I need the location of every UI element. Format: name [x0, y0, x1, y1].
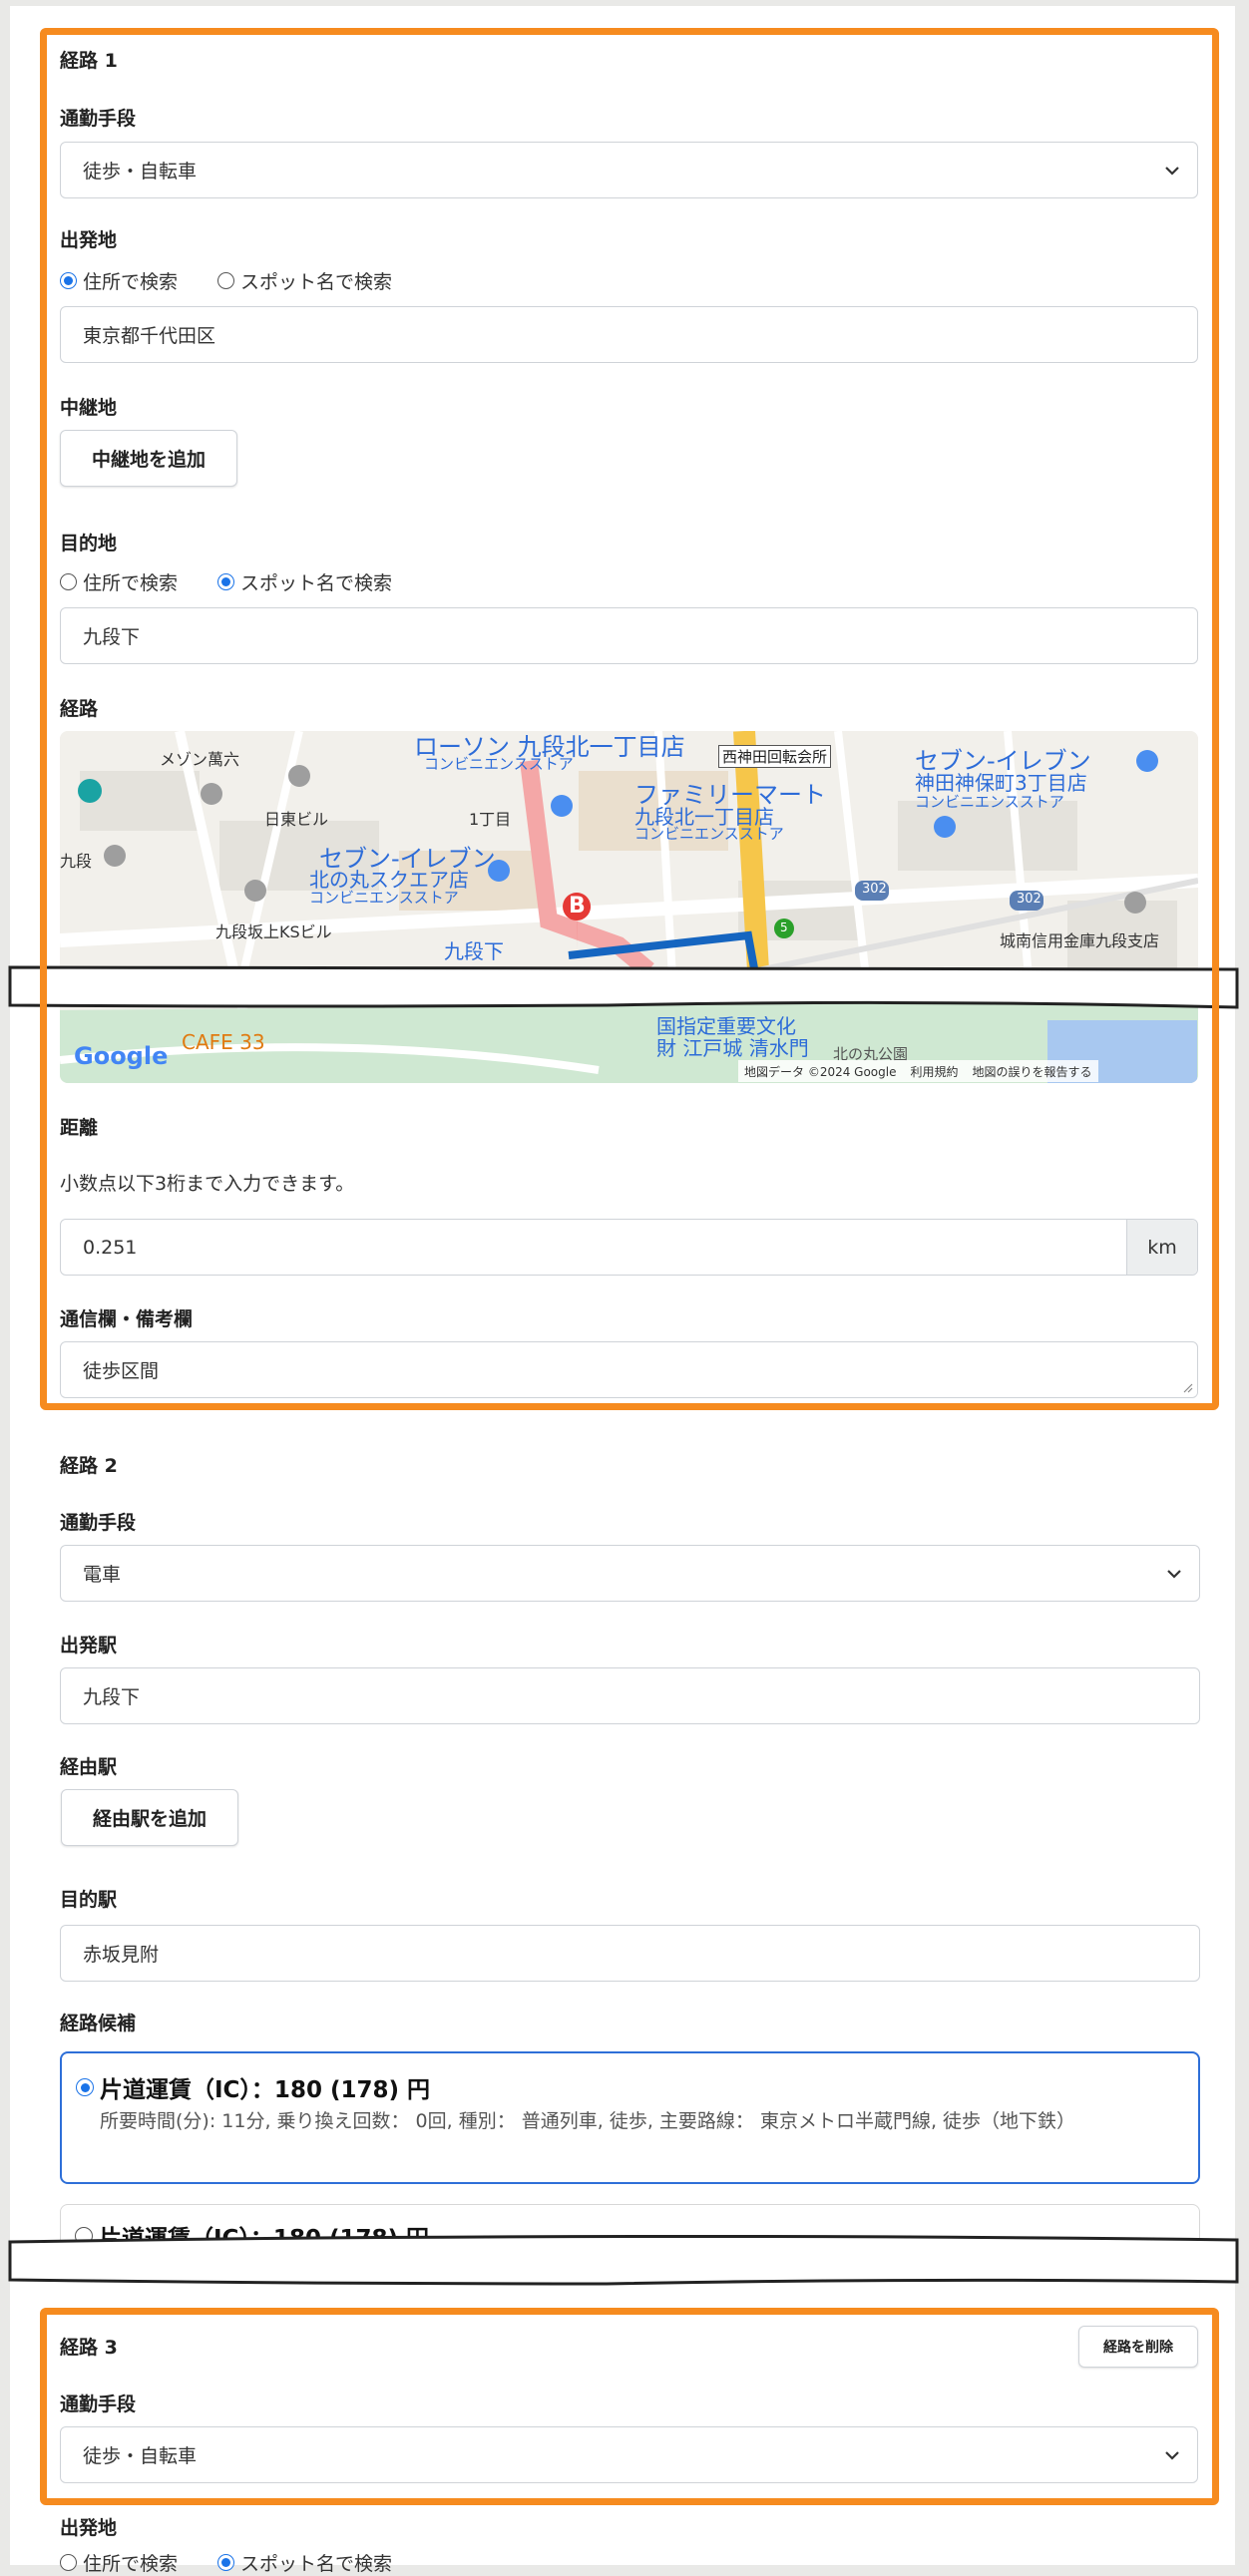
route1-transport-value: 徒歩・自転車	[83, 161, 198, 183]
map-label-edojo: 財 江戸城 清水門	[656, 1036, 809, 1060]
resize-handle-icon[interactable]	[1183, 1383, 1193, 1393]
map-label-itchome: 1丁目	[469, 810, 512, 829]
route2-to-value: 赤坂見附	[83, 1944, 160, 1966]
route1-route-label: 経路	[60, 698, 99, 720]
candidate1-header: 片道運賃（IC）：180 (178) 円	[76, 2070, 430, 2104]
route2-via-label: 経由駅	[60, 1756, 118, 1778]
radio-checked-icon[interactable]	[76, 2078, 94, 2096]
map-attribution: 地図データ ©2024 Google	[744, 1064, 897, 1079]
route1-origin-label: 出発地	[60, 229, 118, 251]
route2-to-input[interactable]: 赤坂見附	[60, 1925, 1200, 1982]
distance-input-group: 0.251 km	[60, 1219, 1198, 1276]
route-map[interactable]: ローソン 九段北一丁目店 コンビニエンスストア 西神田回転会所 セブン-イレブン…	[60, 731, 1198, 1083]
route1-transport-select[interactable]: 徒歩・自転車	[60, 142, 1198, 198]
chevron-down-icon	[1165, 2450, 1179, 2460]
route3-transport-label: 通勤手段	[60, 2393, 137, 2415]
map-route-302-badge: 302	[1017, 892, 1041, 907]
map-label-maison: メゾン萬六	[160, 750, 240, 769]
radio-checked-icon[interactable]	[217, 2554, 234, 2571]
route1-dest-label: 目的地	[60, 533, 118, 554]
redaction-shape	[8, 965, 1239, 1009]
route1-origin-radio-address[interactable]: 住所で検索	[60, 267, 178, 294]
map-label-family-sub: コンビニエンスストア	[634, 825, 784, 843]
route3-origin-label: 出発地	[60, 2517, 118, 2539]
map-route-5-badge: 5	[780, 920, 788, 934]
redaction-shape	[8, 2234, 1239, 2286]
route2-from-value: 九段下	[83, 1686, 141, 1708]
radio-label: 住所で検索	[83, 572, 179, 594]
route1-remarks-textarea[interactable]: 徒歩区間	[60, 1341, 1198, 1398]
route1-distance-label: 距離	[60, 1117, 99, 1139]
delete-route-button[interactable]: 経路を削除	[1078, 2326, 1198, 2368]
route3-transport-value: 徒歩・自転車	[83, 2445, 198, 2467]
radio-checked-icon[interactable]	[60, 272, 77, 289]
map-label-kudansaka: 九段坂上KSビル	[215, 922, 332, 941]
route1-transport-label: 通勤手段	[60, 108, 137, 130]
route1-dest-value: 九段下	[83, 626, 141, 648]
route1-waypoint-label: 中継地	[60, 397, 118, 419]
route2-transport-select[interactable]: 電車	[60, 1545, 1200, 1602]
radio-unchecked-icon[interactable]	[60, 2554, 77, 2571]
map-label-jonan: 城南信用金庫九段支店	[1000, 931, 1160, 950]
route2-transport-value: 電車	[83, 1564, 122, 1586]
map-pin-b-icon[interactable]: B	[569, 894, 586, 919]
route2-to-label: 目的駅	[60, 1889, 118, 1911]
route3-title: 経路 3	[60, 2337, 118, 2359]
redaction-bar	[8, 963, 1241, 1009]
map-report-link[interactable]: 地図の誤りを報告する	[973, 1063, 1092, 1080]
map-label-kudan: 九段	[60, 852, 93, 871]
route1-title: 経路 1	[60, 50, 118, 72]
radio-unchecked-icon[interactable]	[60, 573, 77, 590]
route1-dest-radio-address[interactable]: 住所で検索	[60, 568, 178, 595]
radio-label: 住所で検索	[83, 271, 179, 293]
route3-transport-select[interactable]: 徒歩・自転車	[60, 2426, 1198, 2483]
route1-remarks-value: 徒歩区間	[83, 1360, 160, 1382]
route1-distance-hint: 小数点以下3桁まで入力できます。	[60, 1173, 355, 1195]
distance-unit: km	[1126, 1220, 1197, 1275]
route2-from-input[interactable]: 九段下	[60, 1667, 1200, 1724]
candidate1-detail: 所要時間(分): 11分, 乗り換え回数： 0回, 種別： 普通列車, 徒歩, …	[100, 2110, 1076, 2132]
radio-checked-icon[interactable]	[217, 573, 234, 590]
route1-origin-radio-spot[interactable]: スポット名で検索	[217, 267, 392, 294]
distance-value: 0.251	[83, 1236, 138, 1259]
add-via-station-button[interactable]: 経由駅を追加	[61, 1789, 238, 1846]
redaction-bar	[8, 2234, 1241, 2286]
map-label-seven2-sub: コンビニエンスストア	[309, 889, 459, 907]
distance-input[interactable]: 0.251	[61, 1220, 1126, 1275]
route1-remarks-label: 通信欄・備考欄	[60, 1308, 194, 1330]
map-label-cafe: CAFE 33	[182, 1030, 265, 1054]
route1-dest-radio-spot[interactable]: スポット名で検索	[217, 568, 392, 595]
route1-origin-value: 東京都千代田区	[83, 325, 216, 347]
route1-dest-input[interactable]: 九段下	[60, 607, 1198, 664]
candidate1-fare: 片道運賃（IC）：180 (178) 円	[100, 2077, 430, 2103]
map-label-lawson-sub: コンビニエンスストア	[424, 755, 574, 773]
chevron-down-icon	[1167, 1569, 1181, 1579]
radio-label: スポット名で検索	[240, 572, 393, 594]
radio-label: スポット名で検索	[240, 271, 393, 293]
map-label-nishikanda: 西神田回転会所	[718, 745, 832, 768]
map-label-nittobiru: 日東ビル	[264, 810, 329, 829]
map-route-302-badge: 302	[862, 882, 887, 897]
map-terms-link[interactable]: 利用規約	[911, 1063, 959, 1080]
chevron-down-icon	[1165, 166, 1179, 176]
route-candidate-1[interactable]: 片道運賃（IC）：180 (178) 円 所要時間(分): 11分, 乗り換え回…	[60, 2051, 1200, 2184]
route2-transport-label: 通勤手段	[60, 1512, 137, 1534]
add-waypoint-button[interactable]: 中継地を追加	[60, 430, 237, 487]
google-logo: Google	[74, 1042, 169, 1070]
route1-origin-input[interactable]: 東京都千代田区	[60, 306, 1198, 363]
route2-title: 経路 2	[60, 1455, 118, 1477]
map-label-seven1-sub: コンビニエンスストア	[915, 793, 1064, 811]
radio-unchecked-icon[interactable]	[217, 272, 234, 289]
map-attribution-bar: 地図データ ©2024 Google 利用規約 地図の誤りを報告する	[738, 1060, 1098, 1082]
route2-from-label: 出発駅	[60, 1635, 118, 1656]
route2-candidates-label: 経路候補	[60, 2013, 137, 2034]
map-label-kudanshita: 九段下	[444, 939, 504, 963]
